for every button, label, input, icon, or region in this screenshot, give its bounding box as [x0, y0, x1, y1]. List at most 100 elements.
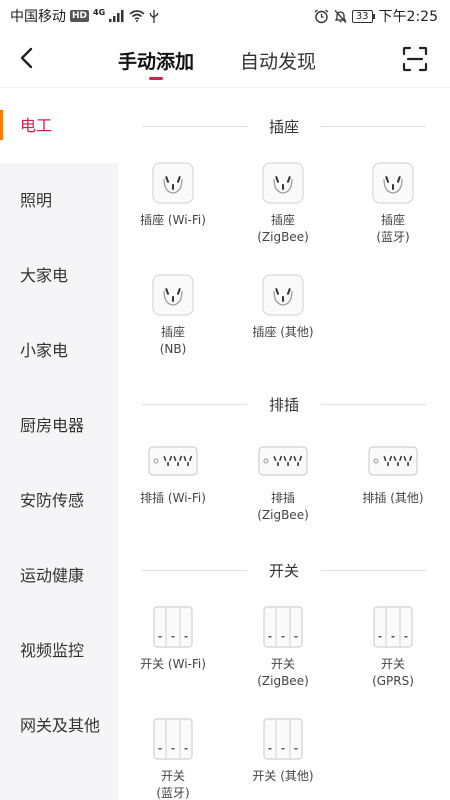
- status-right: 33 下午2:25: [314, 6, 438, 26]
- carrier-name: 中国移动: [10, 9, 66, 25]
- device-grid: 插座 (Wi-Fi) 插座 (ZigBee) 插座 (蓝牙) 插座 (NB) 插…: [118, 152, 450, 376]
- active-tab-indicator: [149, 77, 163, 80]
- scan-icon[interactable]: [400, 44, 430, 74]
- divider-line: [321, 126, 426, 127]
- signal-icon: [109, 10, 124, 22]
- divider-line: [321, 404, 426, 405]
- sidebar-item-label: 大家电: [20, 265, 69, 285]
- tab-label: 手动添加: [118, 50, 195, 73]
- device-switch-bluetooth[interactable]: 开关 (蓝牙): [118, 708, 228, 800]
- sidebar-item-kitchen[interactable]: 厨房电器: [0, 388, 118, 463]
- device-label: 开关 (其他): [252, 769, 314, 783]
- device-switch-zigbee[interactable]: 开关 (ZigBee): [228, 596, 338, 708]
- device-switch-other[interactable]: 开关 (其他): [228, 708, 338, 800]
- device-switch-gprs[interactable]: 开关 (GPRS): [338, 596, 448, 708]
- device-label: 开关 (ZigBee): [257, 657, 309, 688]
- sidebar-item-small-appliances[interactable]: 小家电: [0, 313, 118, 388]
- status-bar: 中国移动 HD 4G 33 下午2:25: [0, 0, 450, 32]
- device-strip-zigbee[interactable]: 排插 (ZigBee): [228, 430, 338, 542]
- sidebar-item-label: 视频监控: [20, 640, 85, 660]
- wall-switch-icon: [153, 718, 193, 760]
- section-socket: 插座 插座 (Wi-Fi) 插座 (ZigBee) 插座 (蓝牙) 插座 (NB…: [118, 100, 450, 376]
- section-switch: 开关 开关 (Wi-Fi) 开关 (ZigBee) 开关 (GPRS) 开关 (…: [118, 544, 450, 800]
- sidebar-item-label: 照明: [20, 190, 53, 210]
- power-strip-icon: [148, 446, 198, 476]
- battery-tip: [372, 13, 375, 19]
- socket-icon: [152, 274, 194, 316]
- sidebar-item-label: 厨房电器: [20, 415, 85, 435]
- category-sidebar: 电工 照明 大家电 小家电 厨房电器 安防传感 运动健康 视频监控 网关及其他: [0, 88, 118, 800]
- status-left: 中国移动 HD 4G: [10, 6, 159, 26]
- device-grid: 排插 (Wi-Fi) 排插 (ZigBee) 排插 (其他): [118, 430, 450, 542]
- device-label: 插座 (ZigBee): [257, 213, 309, 244]
- alarm-icon: [314, 8, 329, 23]
- tab-label: 自动发现: [240, 50, 317, 73]
- device-label: 开关 (Wi-Fi): [140, 657, 206, 671]
- clock: 下午2:25: [378, 9, 438, 25]
- hd-badge: HD: [70, 10, 90, 22]
- divider-line: [142, 404, 247, 405]
- section-power-strip: 排插 排插 (Wi-Fi) 排插 (ZigBee) 排插 (其他): [118, 378, 450, 542]
- sidebar-item-lighting[interactable]: 照明: [0, 163, 118, 238]
- sidebar-item-label: 运动健康: [20, 565, 85, 585]
- divider-line: [142, 570, 247, 571]
- sidebar-item-label: 电工: [20, 115, 53, 135]
- sidebar-item-sports-health[interactable]: 运动健康: [0, 538, 118, 613]
- device-switch-wifi[interactable]: 开关 (Wi-Fi): [118, 596, 228, 708]
- chevron-left-icon[interactable]: [14, 44, 42, 72]
- power-strip-icon: [368, 446, 418, 476]
- power-strip-icon: [258, 446, 308, 476]
- section-title: 插座: [118, 100, 450, 152]
- sidebar-item-security-sensors[interactable]: 安防传感: [0, 463, 118, 538]
- device-label: 排插 (ZigBee): [257, 491, 309, 522]
- section-title-text: 插座: [268, 117, 299, 136]
- device-label: 排插 (Wi-Fi): [140, 491, 206, 505]
- device-label: 排插 (其他): [362, 491, 424, 505]
- device-label: 开关 (蓝牙): [156, 769, 190, 800]
- divider-line: [142, 126, 247, 127]
- device-label: 开关 (GPRS): [372, 657, 414, 688]
- device-socket-nb[interactable]: 插座 (NB): [118, 264, 228, 376]
- socket-icon: [262, 274, 304, 316]
- socket-icon: [372, 162, 414, 204]
- device-grid: 开关 (Wi-Fi) 开关 (ZigBee) 开关 (GPRS) 开关 (蓝牙)…: [118, 596, 450, 800]
- sidebar-item-label: 小家电: [20, 340, 69, 360]
- device-catalog: 插座 插座 (Wi-Fi) 插座 (ZigBee) 插座 (蓝牙) 插座 (NB…: [118, 88, 450, 800]
- device-strip-wifi[interactable]: 排插 (Wi-Fi): [118, 430, 228, 542]
- wall-switch-icon: [263, 718, 303, 760]
- device-socket-bluetooth[interactable]: 插座 (蓝牙): [338, 152, 448, 264]
- wall-switch-icon: [153, 606, 193, 648]
- sidebar-item-label: 网关及其他: [20, 715, 101, 735]
- wall-switch-icon: [373, 606, 413, 648]
- tab-manual-add[interactable]: 手动添加: [118, 32, 194, 88]
- battery-indicator: 33: [351, 9, 375, 23]
- wall-switch-icon: [263, 606, 303, 648]
- wifi-icon: [129, 10, 145, 22]
- sidebar-item-electrician[interactable]: 电工: [0, 88, 118, 163]
- device-label: 插座 (蓝牙): [376, 213, 410, 244]
- top-bar: 手动添加 自动发现: [0, 32, 450, 88]
- usb-icon: [150, 9, 159, 23]
- device-label: 插座 (Wi-Fi): [140, 213, 206, 227]
- device-label: 插座 (NB): [159, 325, 187, 356]
- socket-icon: [152, 162, 194, 204]
- sidebar-item-label: 安防传感: [20, 490, 85, 510]
- section-title: 排插: [118, 378, 450, 430]
- sidebar-item-video-monitoring[interactable]: 视频监控: [0, 613, 118, 688]
- sidebar-item-gateway-other[interactable]: 网关及其他: [0, 688, 108, 763]
- tab-auto-discover[interactable]: 自动发现: [240, 32, 316, 88]
- divider-line: [321, 570, 426, 571]
- socket-icon: [262, 162, 304, 204]
- section-title-text: 排插: [268, 395, 299, 414]
- section-title-text: 开关: [268, 561, 299, 580]
- sidebar-item-large-appliances[interactable]: 大家电: [0, 238, 118, 313]
- device-socket-zigbee[interactable]: 插座 (ZigBee): [228, 152, 338, 264]
- device-socket-wifi[interactable]: 插座 (Wi-Fi): [118, 152, 228, 264]
- battery-level: 33: [351, 9, 373, 23]
- device-socket-other[interactable]: 插座 (其他): [228, 264, 338, 376]
- mute-bell-icon: [334, 9, 347, 23]
- tab-bar: 手动添加 自动发现: [118, 32, 316, 88]
- device-strip-other[interactable]: 排插 (其他): [338, 430, 448, 542]
- device-label: 插座 (其他): [252, 325, 314, 339]
- network-type: 4G: [93, 7, 106, 17]
